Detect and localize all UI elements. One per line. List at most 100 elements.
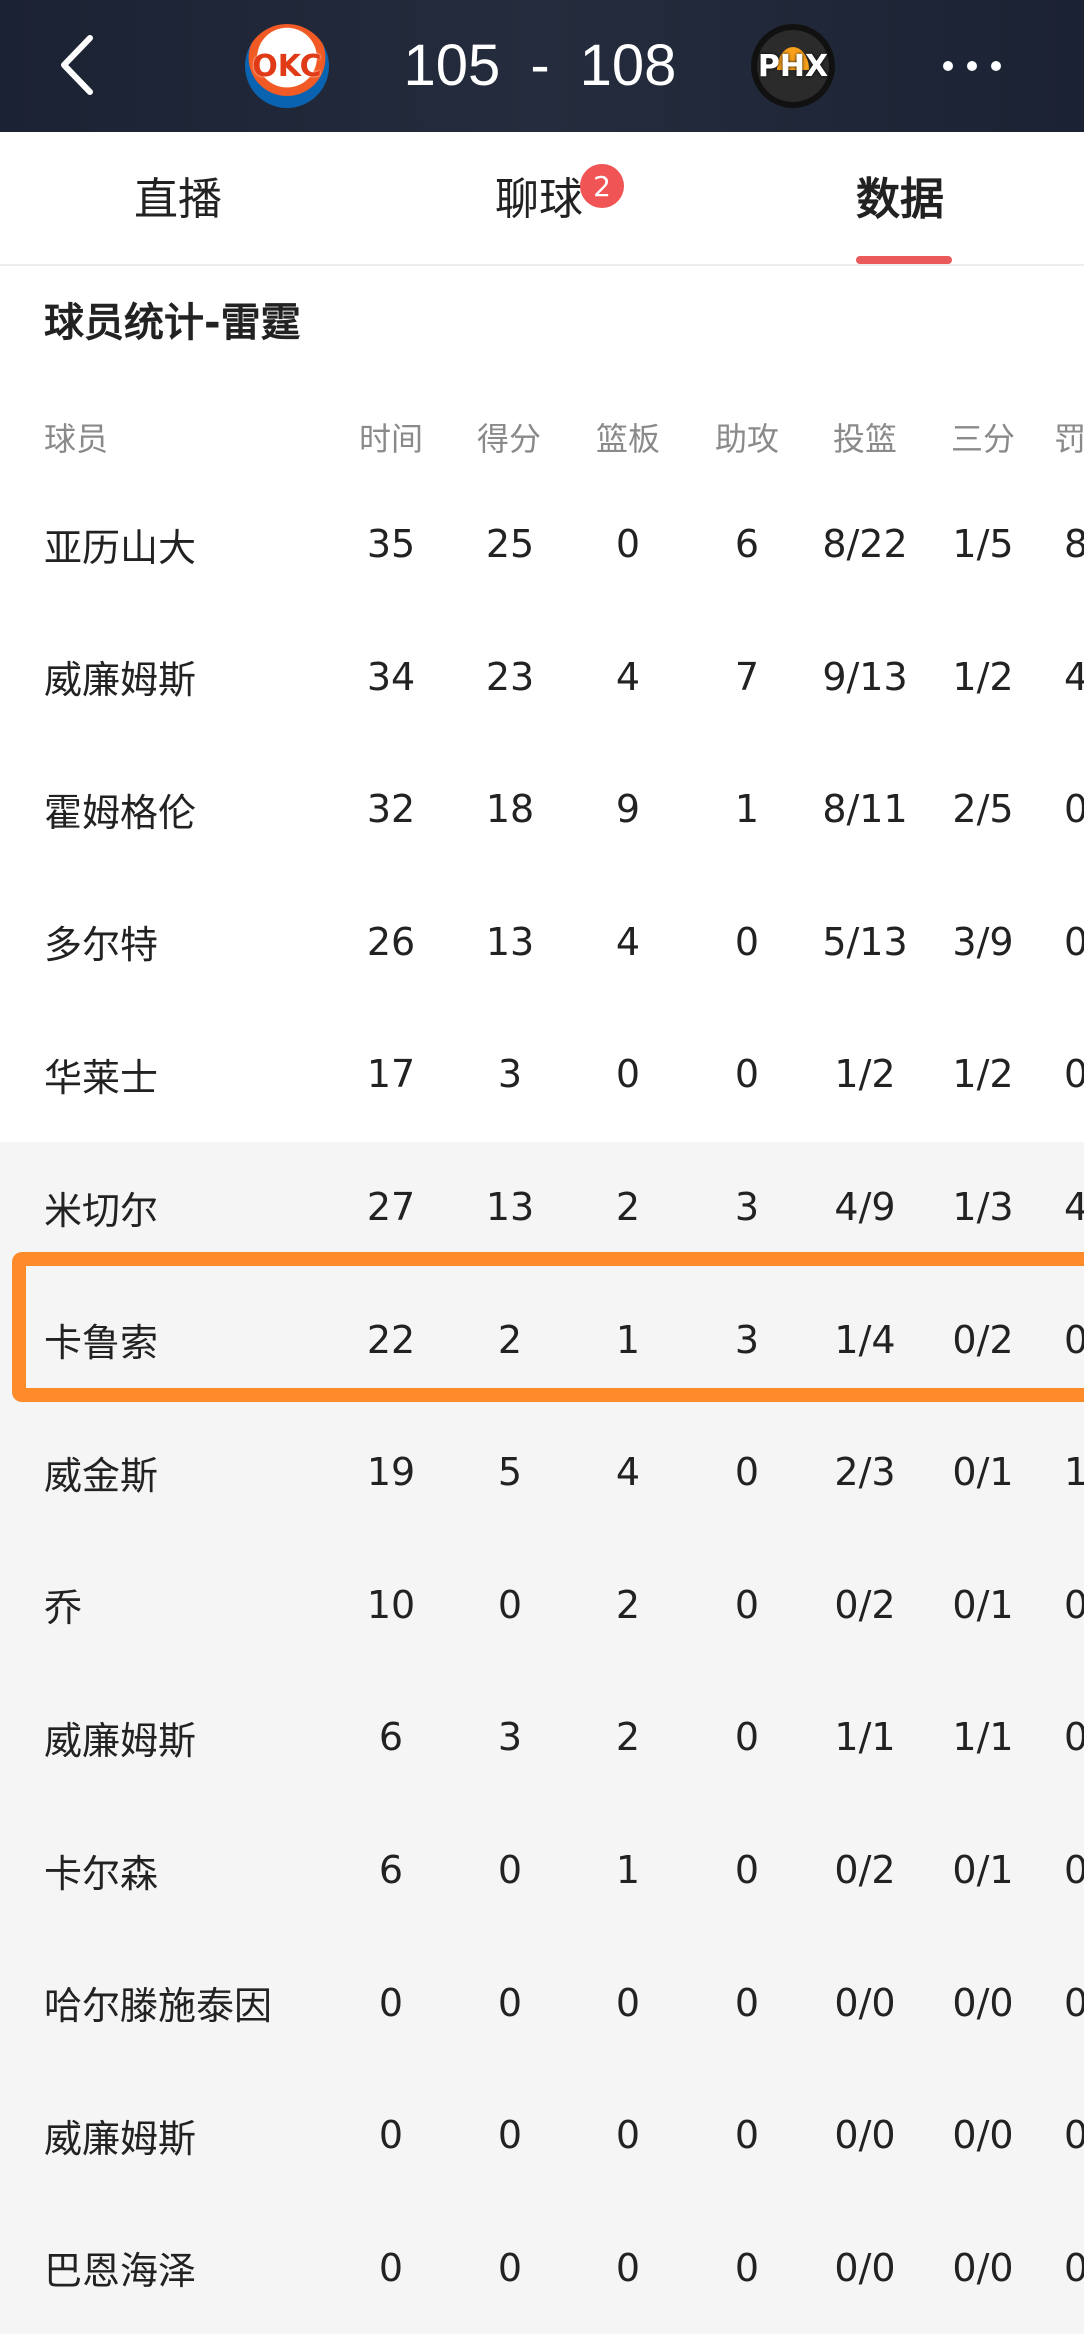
- stat-free-throws: 0: [1064, 919, 1084, 964]
- stat-time: 0: [378, 1980, 404, 2025]
- stat-points: 3: [497, 1715, 523, 1760]
- player-name: 威廉姆斯: [44, 1718, 197, 1763]
- tab-chat[interactable]: 聊球: [495, 162, 583, 228]
- stat-points: 3: [497, 1052, 523, 1097]
- stat-rebounds: 0: [615, 1980, 641, 2025]
- player-name: 华莱士: [44, 1055, 159, 1100]
- stat-assists: 0: [734, 1450, 760, 1495]
- col-header-field-goals[interactable]: 投篮: [820, 414, 910, 460]
- player-row[interactable]: 华莱士 17 3 0 0 1/2 1/2 0: [0, 1008, 1084, 1140]
- player-name: 亚历山大: [44, 525, 197, 570]
- stat-rebounds: 0: [615, 2245, 641, 2290]
- stat-rebounds: 0: [615, 2113, 641, 2158]
- stat-rebounds: 4: [615, 654, 641, 699]
- stat-time: 19: [366, 1450, 416, 1495]
- col-header-time[interactable]: 时间: [346, 414, 436, 460]
- player-row[interactable]: 威廉姆斯 0 0 0 0 0/0 0/0 0: [0, 2069, 1084, 2201]
- stat-field-goals: 8/22: [822, 522, 908, 566]
- active-tab-indicator: [856, 256, 952, 264]
- player-row[interactable]: 威廉姆斯 34 23 4 7 9/13 1/2 4: [0, 611, 1084, 743]
- player-name: 霍姆格伦: [44, 790, 197, 835]
- home-team-logo[interactable]: OKC: [245, 24, 329, 108]
- player-row[interactable]: 威金斯 19 5 4 0 2/3 0/1 1: [0, 1406, 1084, 1538]
- player-name: 哈尔滕施泰因: [44, 1984, 273, 2029]
- player-name: 威金斯: [44, 1453, 159, 1498]
- player-row[interactable]: 霍姆格伦 32 18 9 1 8/11 2/5 0: [0, 743, 1084, 875]
- chat-unread-badge: 2: [580, 164, 624, 208]
- col-header-points[interactable]: 得分: [464, 414, 554, 460]
- stat-three-pointers: 0/1: [952, 1582, 1014, 1627]
- stat-assists: 7: [734, 654, 760, 699]
- stat-time: 0: [378, 2113, 404, 2158]
- stat-assists: 0: [734, 2113, 760, 2158]
- stat-three-pointers: 0/0: [952, 1980, 1014, 2025]
- player-row[interactable]: 亚历山大 35 25 0 6 8/22 1/5 8: [0, 478, 1084, 610]
- player-row[interactable]: 巴恩海泽 0 0 0 0 0/0 0/0 0: [0, 2202, 1084, 2334]
- player-name: 威廉姆斯: [44, 658, 197, 703]
- stat-free-throws: 0: [1064, 1582, 1084, 1627]
- stat-three-pointers: 1/2: [952, 654, 1014, 699]
- stat-free-throws: 0: [1064, 2113, 1084, 2158]
- col-header-rebounds[interactable]: 篮板: [583, 414, 673, 460]
- player-name: 威廉姆斯: [44, 2116, 197, 2161]
- col-header-assists[interactable]: 助攻: [702, 414, 792, 460]
- back-arrow-icon[interactable]: [48, 30, 112, 100]
- tab-bar: 直播 聊球 2 数据: [0, 132, 1084, 266]
- player-row[interactable]: 卡尔森 6 0 1 0 0/2 0/1 0: [0, 1804, 1084, 1936]
- stat-assists: 6: [734, 522, 760, 566]
- stat-free-throws: 4: [1064, 654, 1084, 699]
- stat-time: 6: [378, 1848, 404, 1892]
- stat-free-throws: 0: [1064, 1715, 1084, 1760]
- stat-assists: 0: [734, 1052, 760, 1097]
- home-score: 105: [403, 32, 501, 98]
- stat-three-pointers: 1/1: [952, 1715, 1014, 1760]
- stat-rebounds: 0: [615, 1052, 641, 1097]
- stat-field-goals: 1/2: [834, 1052, 896, 1097]
- stat-points: 5: [497, 1450, 523, 1495]
- more-options-icon[interactable]: [940, 48, 1004, 84]
- stat-assists: 0: [734, 919, 760, 964]
- stat-three-pointers: 0/0: [952, 2113, 1014, 2158]
- stat-field-goals: 0/0: [834, 1980, 896, 2025]
- player-row[interactable]: 哈尔滕施泰因 0 0 0 0 0/0 0/0 0: [0, 1937, 1084, 2069]
- away-team-logo[interactable]: PHX: [751, 24, 835, 108]
- stat-free-throws: 0: [1064, 1848, 1084, 1892]
- stat-time: 35: [366, 522, 416, 566]
- stat-three-pointers: 0/1: [952, 1848, 1014, 1892]
- stat-assists: 1: [734, 787, 760, 832]
- stat-rebounds: 4: [615, 1450, 641, 1495]
- stat-points: 25: [485, 522, 535, 566]
- tab-data[interactable]: 数据: [856, 162, 944, 228]
- player-row[interactable]: 乔 10 0 2 0 0/2 0/1 0: [0, 1539, 1084, 1671]
- stat-free-throws: 8: [1064, 522, 1084, 566]
- stat-field-goals: 0/2: [834, 1848, 896, 1892]
- stat-rebounds: 9: [615, 787, 641, 832]
- stat-field-goals: 0/0: [834, 2113, 896, 2158]
- stat-three-pointers: 1/2: [952, 1052, 1014, 1097]
- stat-three-pointers: 0/0: [952, 2245, 1014, 2290]
- stat-field-goals: 2/3: [834, 1450, 896, 1495]
- stat-time: 17: [366, 1052, 416, 1097]
- stat-free-throws: 0: [1064, 787, 1084, 832]
- player-name: 多尔特: [44, 923, 159, 968]
- player-row[interactable]: 威廉姆斯 6 3 2 0 1/1 1/1 0: [0, 1671, 1084, 1803]
- stat-points: 0: [497, 1848, 523, 1892]
- player-row[interactable]: 多尔特 26 13 4 0 5/13 3/9 0: [0, 876, 1084, 1008]
- away-team-abbr: PHX: [757, 48, 829, 84]
- game-header: OKC 105 - 108 PHX: [0, 0, 1084, 132]
- scoreboard: 105 - 108: [390, 22, 690, 108]
- stat-free-throws: 0: [1064, 2245, 1084, 2290]
- col-header-three-pointers[interactable]: 三分: [938, 414, 1028, 460]
- stat-three-pointers: 0/1: [952, 1450, 1014, 1495]
- col-header-free-throws[interactable]: 罚: [1054, 414, 1084, 460]
- stat-field-goals: 1/1: [834, 1715, 896, 1760]
- stat-three-pointers: 2/5: [952, 787, 1014, 832]
- stat-time: 6: [378, 1715, 404, 1760]
- stat-points: 13: [485, 919, 535, 964]
- tab-live[interactable]: 直播: [134, 162, 222, 228]
- player-name: 乔: [44, 1586, 83, 1631]
- stat-free-throws: 1: [1064, 1450, 1084, 1495]
- stat-time: 32: [366, 787, 416, 832]
- section-title: 球员统计-雷霆: [44, 300, 301, 346]
- stat-rebounds: 4: [615, 919, 641, 964]
